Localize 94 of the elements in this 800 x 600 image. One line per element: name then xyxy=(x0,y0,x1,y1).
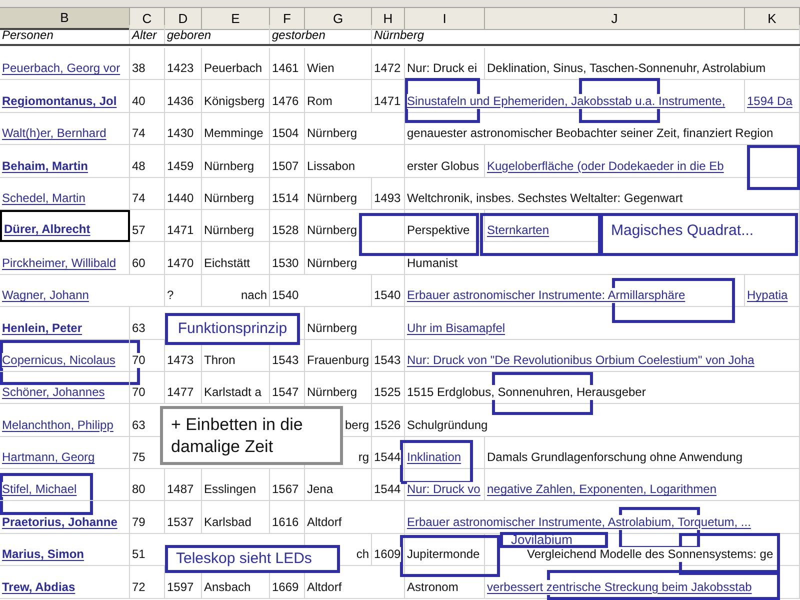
name-cell[interactable]: Stifel, Michael xyxy=(0,469,130,502)
name-cell[interactable]: Regiomontanus, Jol xyxy=(0,80,130,113)
person-link[interactable]: Pirckheimer, Willibald xyxy=(2,256,116,271)
name-cell[interactable]: Trew, Abdias xyxy=(0,566,130,599)
column-header[interactable]: F xyxy=(270,8,305,30)
hyperlink[interactable]: Kugeloberfläche (oder Dodekaeder in die Eb xyxy=(487,158,724,174)
cell-text: 70 xyxy=(132,352,146,368)
person-link[interactable]: Copernicus, Nicolaus xyxy=(2,352,116,368)
person-link[interactable]: Schedel, Martin xyxy=(2,190,86,206)
name-cell[interactable]: Behaim, Martin xyxy=(0,145,130,178)
cell-text: Memminge xyxy=(204,126,264,142)
hyperlink[interactable]: negative Zahlen, Exponenten, Logarithmen xyxy=(487,482,716,498)
column-header[interactable]: G xyxy=(305,8,372,30)
column-header[interactable]: I xyxy=(405,8,485,30)
hyperlink[interactable]: Nur: Druck von "De Revolutionibus Orbium Coelestium" von Joha xyxy=(407,352,754,368)
cell-text: genauester astronomischer Beobachter seiner Zeit, finanziert Region xyxy=(407,126,774,142)
hyperlink[interactable]: 1594 Da xyxy=(747,94,792,109)
column-label: geboren xyxy=(167,26,212,44)
cell-text: Nürnberg xyxy=(307,320,358,336)
column-header[interactable]: E xyxy=(202,8,270,30)
cell-text: Jupitermonde xyxy=(407,547,480,562)
hyperlink[interactable]: Nur: Druck vo xyxy=(407,482,480,498)
cell-text: Vergleichend Modelle des Sonnensystems: ge xyxy=(527,547,774,562)
person-link[interactable]: Praetorius, Johanne xyxy=(2,514,118,530)
name-cell[interactable]: Schedel, Martin xyxy=(0,178,130,210)
cell-text: Deklination, Sinus, Taschen-Sonnenuhr, Astrolabium xyxy=(487,61,766,76)
name-cell[interactable]: Walt(h)er, Bernhard xyxy=(0,112,130,146)
person-link[interactable]: Schöner, Johannes xyxy=(2,385,105,400)
hyperlink[interactable]: Sinustafeln und Ephemeriden, Jakobsstab u.a. Instrumente, xyxy=(407,94,726,109)
cell-text: 1544 xyxy=(374,450,401,466)
person-link[interactable]: Stifel, Michael xyxy=(2,482,77,498)
cell-text: 1609 xyxy=(374,547,401,562)
person-link[interactable]: Behaim, Martin xyxy=(2,158,88,174)
cell-text: Frauenburg xyxy=(307,352,370,368)
cell-text: Nürnberg xyxy=(204,223,254,238)
cell-text: 1515 Erdglobus, Sonnenuhren, Herausgeber xyxy=(407,385,646,400)
hyperlink[interactable]: verbessert zentrische Streckung beim Jakobsstab xyxy=(487,580,752,595)
hyperlink[interactable]: Inklination xyxy=(407,450,462,466)
cell-text: Nürnberg xyxy=(204,190,254,206)
name-cell[interactable]: Marius, Simon xyxy=(0,534,130,566)
name-cell[interactable]: Henlein, Peter xyxy=(0,307,130,340)
name-cell[interactable]: Dürer, Albrecht xyxy=(0,210,130,242)
person-link[interactable]: Wagner, Johann xyxy=(2,288,89,304)
cell-text: Königsberg xyxy=(204,94,265,109)
cell-text: Nürnberg xyxy=(307,256,358,271)
cell-text: Nürnberg xyxy=(307,190,358,206)
column-label: gestorben xyxy=(272,26,326,44)
name-cell[interactable]: Copernicus, Nicolaus xyxy=(0,340,130,372)
person-link[interactable]: Walt(h)er, Bernhard xyxy=(2,126,106,142)
hyperlink[interactable]: Erbauer astronomischer Instrumente: Armillarsphäre xyxy=(407,288,686,304)
cell-text: Weltchronik, insbes. Sechstes Weltalter: Gegenwart xyxy=(407,190,683,206)
callout-box: Jovilabium xyxy=(500,532,608,548)
cell-text: Perspektive xyxy=(407,223,470,238)
person-link[interactable]: Hartmann, Georg xyxy=(2,450,95,466)
cell-text: berg xyxy=(344,418,369,433)
callout-box: Magisches Quadrat... xyxy=(600,213,798,256)
callout-box: Teleskop sieht LEDs xyxy=(165,545,340,573)
column-header[interactable]: D xyxy=(165,8,202,30)
name-cell[interactable]: Pirckheimer, Willibald xyxy=(0,242,130,275)
hyperlink[interactable]: Uhr im Bisamapfel xyxy=(407,320,506,336)
person-link[interactable]: Dürer, Albrecht xyxy=(4,222,90,238)
person-link[interactable]: Melanchthon, Philipp xyxy=(2,418,114,433)
person-link[interactable]: Trew, Abdias xyxy=(2,580,76,595)
person-link[interactable]: Henlein, Peter xyxy=(2,320,82,336)
cell-text: Nürnberg xyxy=(307,385,358,400)
person-link[interactable]: Peuerbach, Georg vor xyxy=(2,61,120,76)
column-header[interactable]: C xyxy=(130,8,165,30)
callout-box: Funktionsprinzip xyxy=(165,313,300,345)
column-header[interactable]: B xyxy=(0,8,130,30)
column-label: Nürnberg xyxy=(374,26,424,44)
name-cell[interactable]: Peuerbach, Georg vor xyxy=(0,48,130,80)
cell-text: Damals Grundlagenforschung ohne Anwendung xyxy=(487,450,743,466)
cell-text: Nürnberg xyxy=(307,126,358,142)
hyperlink[interactable]: Erbauer astronomischer Instrumente, Astrolabium, Torquetum, ... xyxy=(407,514,751,530)
column-header[interactable]: J xyxy=(485,8,745,30)
note-box: + Einbetten in die damalige Zeit xyxy=(160,406,343,465)
cell-text: Schulgründung xyxy=(407,418,488,433)
person-link[interactable]: Marius, Simon xyxy=(2,547,84,562)
cell-text: Esslingen xyxy=(204,482,256,498)
column-header[interactable]: K xyxy=(745,8,800,30)
hyperlink[interactable]: Hypatia xyxy=(747,288,788,304)
name-cell[interactable]: Melanchthon, Philipp xyxy=(0,404,130,437)
column-header[interactable]: H xyxy=(372,8,405,30)
name-cell[interactable]: Schöner, Johannes xyxy=(0,372,130,404)
cell-text: Nürnberg xyxy=(204,158,254,174)
highlight-frame xyxy=(747,145,800,190)
person-link[interactable]: Regiomontanus, Jol xyxy=(2,94,117,109)
column-label: Personen xyxy=(2,26,54,44)
name-cell[interactable]: Hartmann, Georg xyxy=(0,436,130,470)
cell-text: Nürnberg xyxy=(307,223,358,238)
name-cell[interactable]: Praetorius, Johanne xyxy=(0,501,130,534)
name-cell[interactable]: Wagner, Johann xyxy=(0,274,165,308)
column-label: Alter xyxy=(132,26,157,44)
hyperlink[interactable]: Sternkarten xyxy=(487,223,550,238)
